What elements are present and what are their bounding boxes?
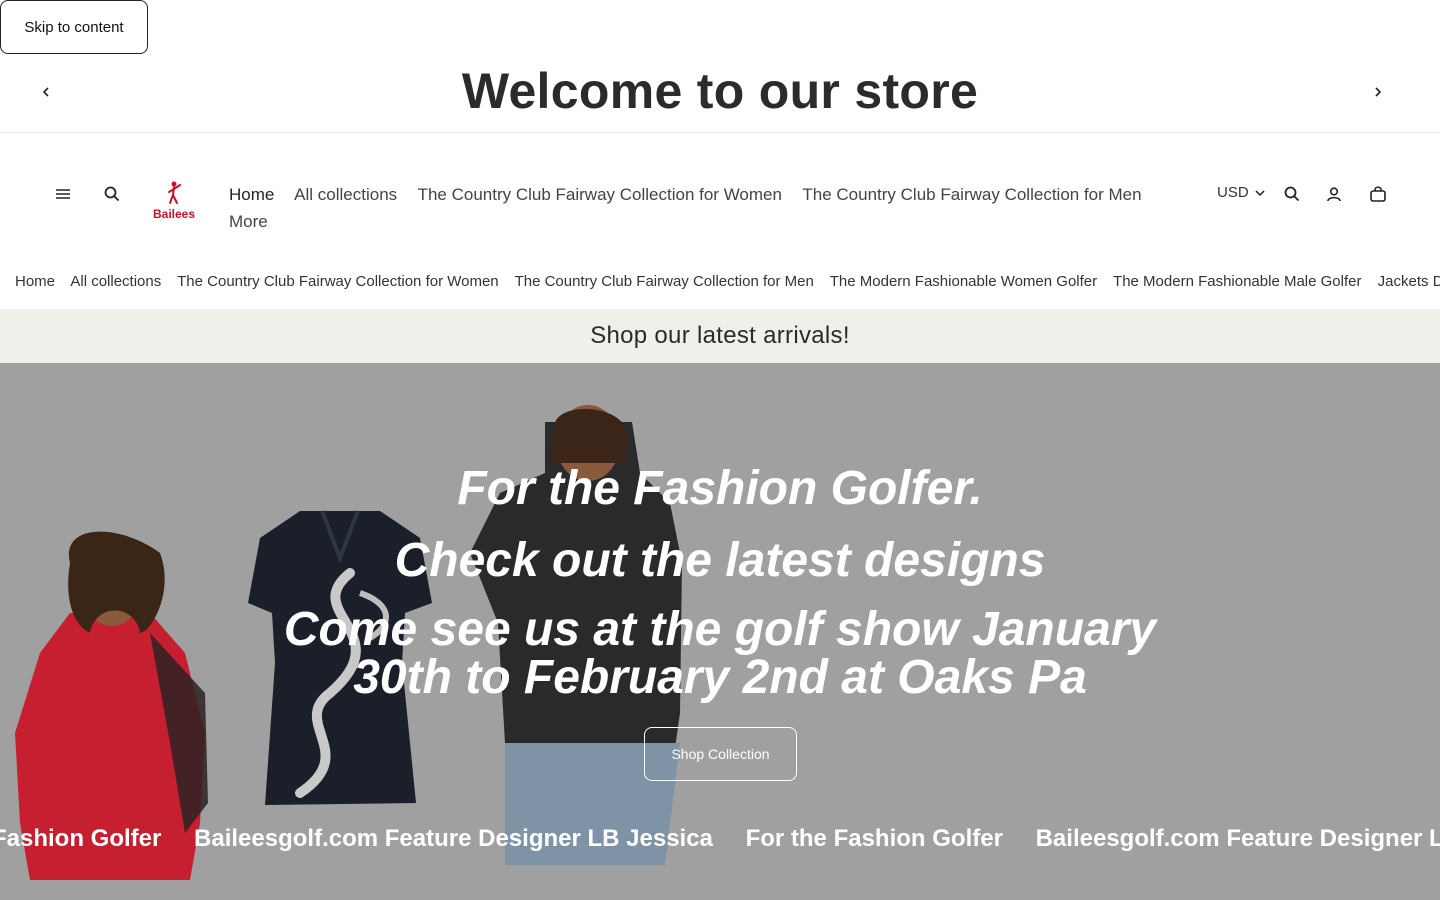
search-icon[interactable] xyxy=(98,180,126,208)
promo-bar: Shop our latest arrivals! xyxy=(0,309,1440,363)
marquee-item: Baileesgolf.com Feature Designer LB xyxy=(1035,825,1440,852)
subnav-item-women-collection[interactable]: The Country Club Fairway Collection for … xyxy=(177,273,499,290)
hero-heading-2: Check out the latest designs xyxy=(394,534,1046,587)
hero-heading-3: Come see us at the golf show January 30t… xyxy=(283,603,1157,704)
currency-label: USD xyxy=(1217,184,1249,201)
nav-item-men-collection[interactable]: The Country Club Fairway Collection for … xyxy=(802,185,1141,204)
chevron-right-icon[interactable] xyxy=(1366,80,1390,104)
secondary-navigation: Home All collections The Country Club Fa… xyxy=(0,261,1440,309)
subnav-item-men-collection[interactable]: The Country Club Fairway Collection for … xyxy=(515,273,814,290)
site-header: Bailees Home All collections The Country… xyxy=(0,133,1440,261)
nav-item-all-collections[interactable]: All collections xyxy=(294,185,397,204)
nav-item-home[interactable]: Home xyxy=(229,185,274,204)
marquee-item: Baileesgolf.com Feature Designer LB Jess… xyxy=(194,825,713,852)
announcement-text: Welcome to our store xyxy=(461,63,979,119)
nav-item-women-collection[interactable]: The Country Club Fairway Collection for … xyxy=(418,185,782,204)
main-navigation: Home All collections The Country Club Fa… xyxy=(229,181,1189,235)
scrolling-marquee: Fashion Golfer Baileesgolf.com Feature D… xyxy=(0,825,1440,853)
nav-item-more[interactable]: More xyxy=(229,212,268,231)
subnav-item-home[interactable]: Home xyxy=(15,273,55,290)
golfer-logo-icon xyxy=(168,181,181,204)
hamburger-icon[interactable] xyxy=(49,180,77,208)
marquee-item: For the Fashion Golfer xyxy=(745,825,1003,852)
announcement-bar: Welcome to our store xyxy=(0,54,1440,133)
logo-text: Bailees xyxy=(152,207,196,221)
cart-icon[interactable] xyxy=(1364,180,1392,208)
subnav-item-modern-men[interactable]: The Modern Fashionable Male Golfer xyxy=(1113,273,1361,290)
skip-to-content-link[interactable]: Skip to content xyxy=(0,0,148,54)
search-icon[interactable] xyxy=(1278,180,1306,208)
store-logo[interactable]: Bailees xyxy=(148,181,200,223)
chevron-down-icon xyxy=(1255,189,1265,196)
marquee-item: Fashion Golfer xyxy=(0,825,162,852)
shop-collection-button[interactable]: Shop Collection xyxy=(644,727,797,781)
hero-banner: For the Fashion Golfer. Check out the la… xyxy=(0,363,1440,900)
subnav-item-modern-women[interactable]: The Modern Fashionable Women Golfer xyxy=(830,273,1097,290)
subnav-item-jackets[interactable]: Jackets De xyxy=(1378,273,1440,290)
account-icon[interactable] xyxy=(1320,180,1348,208)
subnav-item-all-collections[interactable]: All collections xyxy=(70,273,161,290)
currency-selector[interactable]: USD xyxy=(1217,184,1265,201)
promo-text: Shop our latest arrivals! xyxy=(590,322,850,349)
hero-heading-1: For the Fashion Golfer. xyxy=(457,462,983,515)
